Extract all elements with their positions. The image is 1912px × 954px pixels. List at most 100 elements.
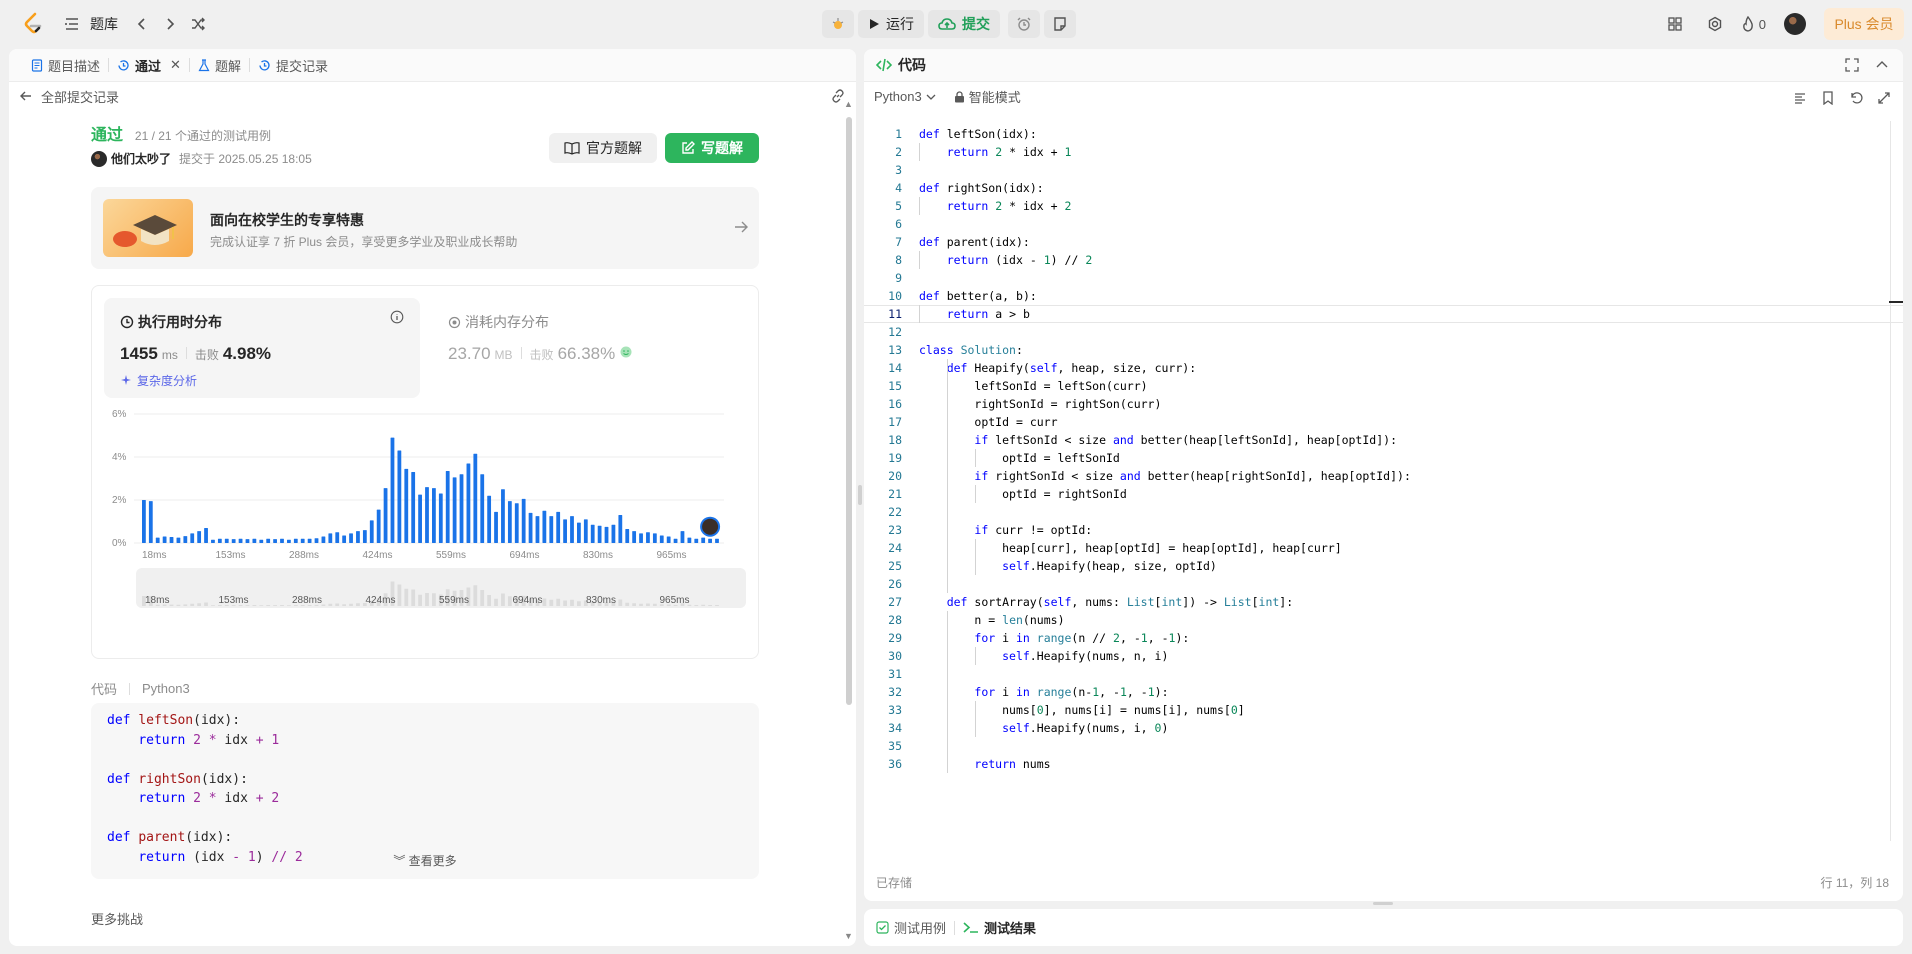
chart-bar[interactable] [480, 474, 485, 543]
streak-counter[interactable]: 0 [1741, 16, 1766, 32]
chart-bar[interactable] [659, 535, 664, 543]
editor-line[interactable]: 23 if curr != optId: [864, 521, 1903, 539]
chart-bar[interactable] [625, 529, 630, 543]
editor-line[interactable]: 8 return (idx - 1) // 2 [864, 251, 1903, 269]
editor-line[interactable]: 34 self.Heapify(nums, i, 0) [864, 719, 1903, 737]
chart-bar[interactable] [183, 536, 188, 543]
settings-icon[interactable] [1701, 10, 1729, 38]
editor-line[interactable]: 32 for i in range(n-1, -1, -1): [864, 683, 1903, 701]
fullscreen-icon[interactable] [1845, 58, 1859, 72]
vertical-resize-handle[interactable] [1373, 902, 1393, 905]
editor-line[interactable]: 33 nums[0], nums[i] = nums[i], nums[0] [864, 701, 1903, 719]
chart-bar[interactable] [369, 520, 374, 543]
editor-line[interactable]: 16 rightSonId = rightSon(curr) [864, 395, 1903, 413]
chart-bar[interactable] [383, 488, 388, 543]
editor-line[interactable]: 21 optId = rightSonId [864, 485, 1903, 503]
language-select[interactable]: Python3 [874, 89, 936, 104]
tab-description[interactable]: 题目描述 [23, 56, 108, 75]
chart-bar[interactable] [673, 538, 678, 543]
complexity-analysis-link[interactable]: 复杂度分析 [120, 372, 197, 389]
submit-button[interactable]: 提交 [928, 10, 1000, 38]
chart-bar[interactable] [231, 539, 236, 543]
chart-bar[interactable] [273, 539, 277, 543]
back-to-submissions[interactable]: 全部提交记录 [19, 87, 119, 106]
editor-line[interactable]: 27 def sortArray(self, nums: List[int]) … [864, 593, 1903, 611]
editor-line[interactable]: 35 [864, 737, 1903, 755]
chart-bar[interactable] [445, 470, 450, 543]
chart-bar[interactable] [459, 474, 464, 543]
runtime-card[interactable]: 执行用时分布 1455 ms 击败 4.98% 复杂度分析 [104, 298, 420, 398]
chart-bar[interactable] [438, 493, 443, 543]
chart-bar[interactable] [646, 532, 650, 543]
chart-bar[interactable] [701, 537, 706, 543]
shuffle-icon[interactable] [184, 10, 212, 38]
chart-bar[interactable] [597, 525, 602, 543]
chart-bar[interactable] [190, 533, 195, 543]
student-promo-banner[interactable]: 面向在校学生的专享特惠 完成认证享 7 折 Plus 会员，享受更多学业及职业成… [91, 187, 759, 269]
chart-bar[interactable] [349, 533, 353, 543]
notes-button[interactable] [1044, 10, 1076, 38]
chart-bar[interactable] [432, 488, 436, 543]
official-solution-button[interactable]: 官方题解 [549, 133, 657, 163]
chart-bar[interactable] [570, 516, 574, 543]
chart-bar[interactable] [452, 477, 457, 543]
editor-line[interactable]: 5 return 2 * idx + 2 [864, 197, 1903, 215]
chart-bar[interactable] [666, 536, 671, 543]
chart-bar[interactable] [411, 472, 416, 543]
chart-bar[interactable] [611, 524, 616, 543]
tab-test-results[interactable]: 测试结果 [963, 918, 1036, 937]
close-tab-icon[interactable]: ✕ [170, 57, 181, 73]
chart-bar[interactable] [632, 531, 637, 543]
chart-bar[interactable] [321, 536, 326, 543]
editor-line[interactable]: 7 def parent(idx): [864, 233, 1903, 251]
chart-bar[interactable] [224, 538, 229, 543]
layout-icon[interactable] [1661, 10, 1689, 38]
chart-bar[interactable] [342, 535, 347, 543]
chart-bar[interactable] [266, 538, 271, 543]
chart-bar[interactable] [501, 489, 505, 543]
smart-mode-toggle[interactable]: 智能模式 [954, 87, 1021, 106]
prev-problem-icon[interactable] [128, 10, 156, 38]
editor-line[interactable]: 30 self.Heapify(nums, n, i) [864, 647, 1903, 665]
info-icon[interactable] [390, 310, 404, 324]
chart-bar[interactable] [252, 538, 257, 543]
tab-testcases[interactable]: 测试用例 [876, 918, 946, 937]
editor-line[interactable]: 26 [864, 575, 1903, 593]
editor-line[interactable]: 28 n = len(nums) [864, 611, 1903, 629]
chart-bar[interactable] [715, 538, 719, 543]
memory-card[interactable]: 消耗内存分布 23.70 MB 击败 66.38% [432, 298, 732, 398]
editor-line[interactable]: 22 [864, 503, 1903, 521]
editor-line[interactable]: 4 def rightSon(idx): [864, 179, 1903, 197]
editor-line[interactable]: 36 return nums [864, 755, 1903, 773]
chart-bar[interactable] [362, 530, 367, 543]
editor-line[interactable]: 31 [864, 665, 1903, 683]
chart-bar[interactable] [494, 511, 498, 543]
scroll-up-arrow[interactable]: ▲ [844, 99, 854, 109]
editor-line[interactable]: 11 return a > b [864, 305, 1903, 323]
chart-bar[interactable] [404, 468, 409, 543]
scrollbar-thumb[interactable] [846, 117, 852, 705]
user-avatar[interactable] [1784, 13, 1806, 35]
editor-line[interactable]: 1 def leftSon(idx): [864, 125, 1903, 143]
editor-line[interactable]: 24 heap[curr], heap[optId] = heap[optId]… [864, 539, 1903, 557]
chart-bar[interactable] [300, 538, 305, 543]
editor-line[interactable]: 10 def better(a, b): [864, 287, 1903, 305]
editor-line[interactable]: 25 self.Heapify(heap, size, optId) [864, 557, 1903, 575]
chart-bar[interactable] [155, 537, 160, 543]
chart-bar[interactable] [507, 501, 512, 543]
chart-bar[interactable] [687, 537, 692, 543]
reset-icon[interactable] [1849, 91, 1863, 105]
avatar[interactable] [91, 150, 107, 167]
editor-line[interactable]: 12 [864, 323, 1903, 341]
chart-bar[interactable] [528, 512, 533, 543]
scroll-down-arrow[interactable]: ▼ [844, 931, 854, 941]
chart-bar[interactable] [142, 500, 146, 543]
chart-bar[interactable] [563, 519, 567, 543]
chart-bar[interactable] [397, 450, 402, 543]
chart-bar[interactable] [245, 539, 250, 543]
chart-bar[interactable] [376, 509, 381, 543]
bookmark-icon[interactable] [1821, 91, 1835, 105]
chart-bar[interactable] [280, 538, 284, 543]
editor-line[interactable]: 2 return 2 * idx + 1 [864, 143, 1903, 161]
show-more-button[interactable]: ︾ 查看更多 [91, 852, 759, 869]
